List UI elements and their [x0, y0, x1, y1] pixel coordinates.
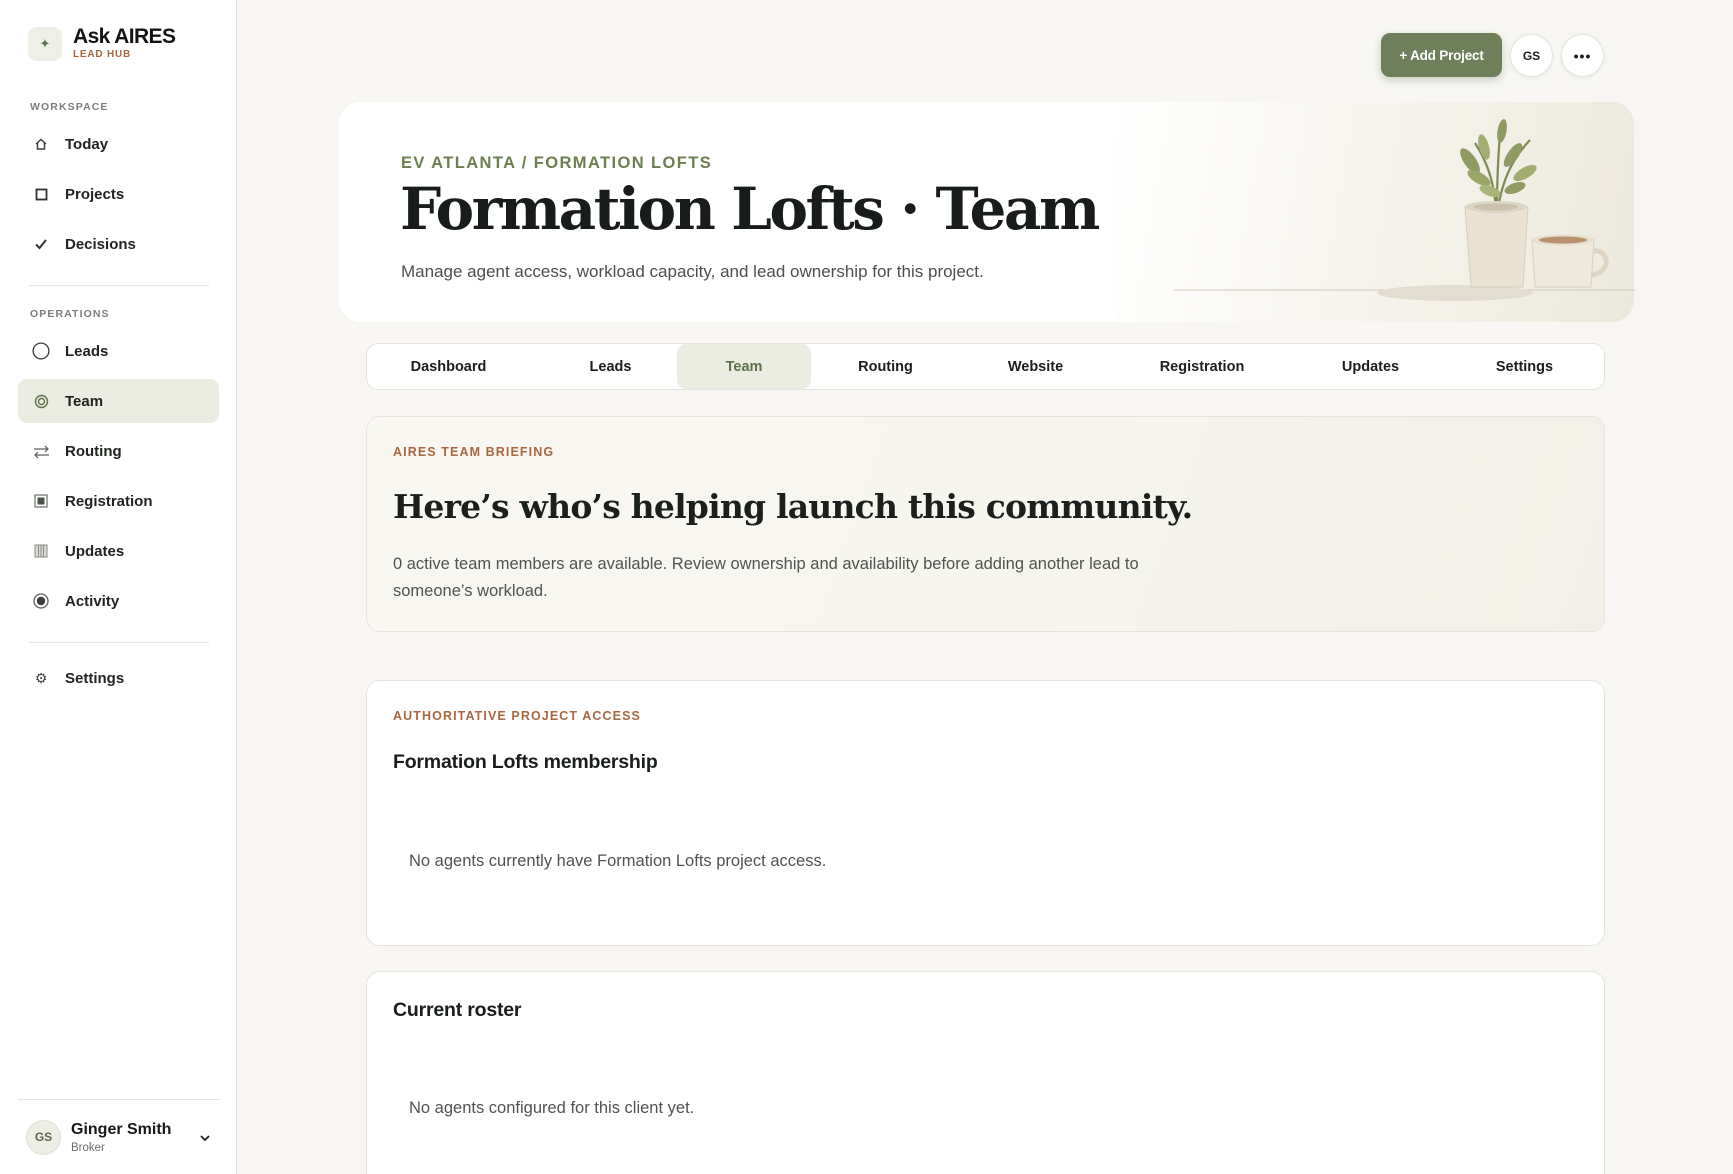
sidebar-item-leads[interactable]: Leads [18, 329, 219, 373]
radio-icon [32, 592, 50, 610]
brand-name: Ask AIRES [73, 25, 176, 48]
sidebar-item-label: Settings [65, 669, 125, 687]
square-icon [32, 185, 50, 203]
sidebar-divider [29, 285, 209, 286]
sidebar-item-label: Routing [65, 442, 122, 460]
sidebar-item-registration[interactable]: Registration [18, 479, 219, 523]
project-tabs: Dashboard Leads Team Routing Website Reg… [366, 343, 1605, 390]
sidebar-item-projects[interactable]: Projects [18, 172, 219, 216]
tab-website[interactable]: Website [968, 344, 1103, 389]
sidebar-item-label: Leads [65, 342, 109, 360]
add-project-button[interactable]: + Add Project [1381, 33, 1502, 77]
tab-updates[interactable]: Updates [1303, 344, 1438, 389]
brand-text: Ask AIRES LEAD HUB [73, 25, 176, 61]
sidebar-item-label: Registration [65, 492, 153, 510]
tab-dashboard[interactable]: Dashboard [381, 344, 516, 389]
user-meta: Ginger Smith Broker [71, 1120, 171, 1155]
briefing-eyebrow: AIRES TEAM BRIEFING [393, 445, 555, 459]
tab-routing[interactable]: Routing [818, 344, 953, 389]
briefing-body: 0 active team members are available. Rev… [393, 555, 1139, 600]
sidebar-item-label: Updates [65, 542, 125, 560]
briefing-title: Here’s who’s helping launch this communi… [393, 487, 1193, 526]
breadcrumb: EV ATLANTA / FORMATION LOFTS [401, 154, 713, 172]
grid-icon [32, 542, 50, 560]
tab-team[interactable]: Team [677, 344, 811, 389]
project-access-card: AUTHORITATIVE PROJECT ACCESS Formation L… [366, 680, 1605, 946]
account-avatar-button[interactable]: GS [1510, 34, 1553, 77]
current-roster-card: Current roster No agents configured for … [366, 971, 1605, 1174]
sidebar-item-activity[interactable]: Activity [18, 579, 219, 623]
roster-empty-state: No agents configured for this client yet… [409, 1099, 695, 1117]
team-briefing-card: AIRES TEAM BRIEFING Here’s who’s helping… [366, 416, 1605, 632]
operations-section-label: OPERATIONS [30, 308, 110, 320]
brand[interactable]: ✦ Ask AIRES LEAD HUB [28, 25, 176, 61]
sidebar-item-label: Decisions [65, 235, 136, 253]
sidebar-item-settings[interactable]: ⚙ Settings [18, 656, 219, 700]
arrows-icon [32, 442, 50, 460]
tab-registration[interactable]: Registration [1126, 344, 1278, 389]
sidebar-item-label: Today [65, 135, 109, 153]
membership-title: Formation Lofts membership [393, 751, 658, 773]
sidebar: ✦ Ask AIRES LEAD HUB WORKSPACE Today Pro… [0, 0, 237, 1174]
sidebar-item-team[interactable]: Team [18, 379, 219, 423]
brand-logo-icon: ✦ [28, 26, 62, 61]
access-eyebrow: AUTHORITATIVE PROJECT ACCESS [393, 709, 641, 723]
sidebar-item-today[interactable]: Today [18, 122, 219, 166]
user-name: Ginger Smith [71, 1120, 172, 1138]
home-icon [32, 135, 50, 153]
target-icon [32, 392, 50, 410]
more-options-button[interactable]: ••• [1561, 34, 1604, 77]
filled-square-icon [32, 492, 50, 510]
user-profile-menu[interactable]: GS Ginger Smith Broker [18, 1099, 219, 1174]
tab-settings[interactable]: Settings [1457, 344, 1592, 389]
membership-empty-state: No agents currently have Formation Lofts… [409, 852, 827, 870]
sidebar-item-routing[interactable]: Routing [18, 429, 219, 473]
sidebar-item-label: Projects [65, 185, 125, 203]
avatar: GS [26, 1119, 61, 1155]
check-icon [32, 235, 50, 253]
roster-title: Current roster [393, 999, 522, 1021]
brand-subtitle: LEAD HUB [73, 49, 132, 60]
gear-icon: ⚙ [34, 669, 48, 686]
chevron-down-icon [200, 1135, 210, 1142]
workspace-section-label: WORKSPACE [30, 101, 109, 113]
sidebar-item-label: Activity [65, 592, 120, 610]
page-subtitle: Manage agent access, workload capacity, … [401, 262, 984, 281]
page-title: Formation Lofts · Team [400, 175, 1100, 243]
user-role: Broker [71, 1141, 105, 1154]
sidebar-item-updates[interactable]: Updates [18, 529, 219, 573]
sidebar-divider [29, 642, 209, 643]
sidebar-item-decisions[interactable]: Decisions [18, 222, 219, 266]
plant-and-cup-illustration [1174, 119, 1635, 301]
sidebar-item-label: Team [65, 392, 104, 410]
circle-icon [32, 342, 50, 360]
tab-leads[interactable]: Leads [543, 344, 678, 389]
